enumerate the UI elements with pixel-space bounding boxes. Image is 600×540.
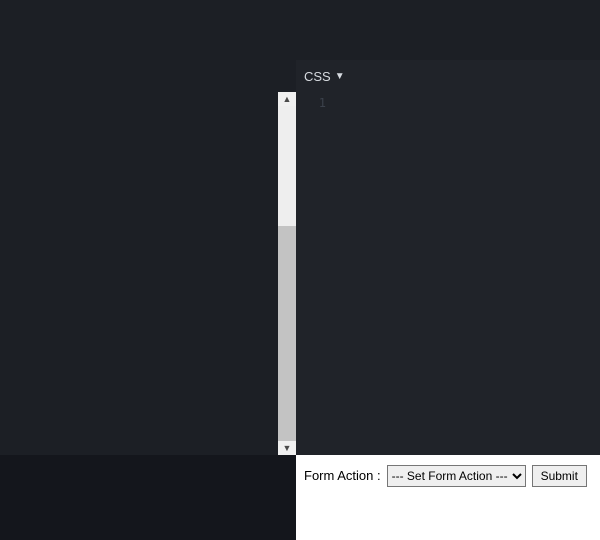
left-pane <box>0 60 278 455</box>
result-pane: Form Action : --- Set Form Action --- Su… <box>296 455 600 540</box>
code-area[interactable] <box>336 92 600 455</box>
bottom-row: Form Action : --- Set Form Action --- Su… <box>0 455 600 540</box>
scrollbar-thumb[interactable] <box>278 106 296 226</box>
css-editor-pane: CSS ▼ 1 <box>296 60 600 455</box>
form-action-select[interactable]: --- Set Form Action --- <box>387 465 526 487</box>
editor-body: 1 <box>296 92 600 455</box>
submit-button[interactable]: Submit <box>532 465 587 487</box>
scrollbar-down-arrow[interactable]: ▼ <box>278 441 296 455</box>
top-empty-region <box>0 0 600 60</box>
line-number: 1 <box>296 96 326 110</box>
main-row: ▲ ▼ CSS ▼ 1 <box>0 60 600 455</box>
chevron-down-icon[interactable]: ▼ <box>335 71 345 82</box>
vertical-scrollbar[interactable]: ▲ ▼ <box>278 92 296 455</box>
pane-title: CSS <box>304 69 331 84</box>
scrollbar-up-arrow[interactable]: ▲ <box>278 92 296 106</box>
form-action-label: Form Action : <box>304 465 381 487</box>
pane-header: CSS ▼ <box>296 60 600 92</box>
console-pane <box>0 455 296 540</box>
line-gutter: 1 <box>296 92 336 455</box>
scrollbar-track[interactable] <box>278 106 296 441</box>
